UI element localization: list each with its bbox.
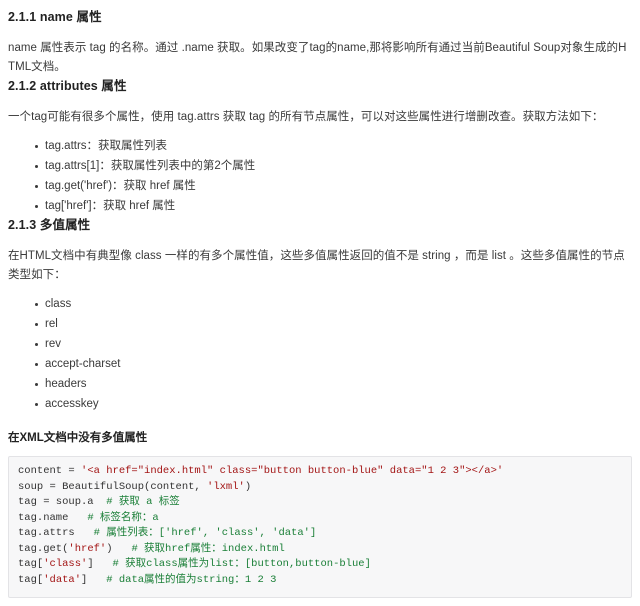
code-token-str: 'lxml' <box>207 480 245 493</box>
code-token-com: # 获取 a 标签 <box>106 496 180 508</box>
code-token-com: # 获取href属性：index.html <box>131 542 285 555</box>
code-block: content = '<a href="index.html" class="b… <box>8 456 632 598</box>
section-paragraph-213: 在HTML文档中有典型像 class 一样的有多个属性值，这些多值属性返回的值不… <box>8 250 625 281</box>
code-token-str: 'data' <box>43 573 82 586</box>
code-token-com: # 获取class属性为list：[button,button-blue] <box>112 558 371 570</box>
code-token-txt: tag[ <box>18 573 44 586</box>
list-item: rev <box>8 334 632 354</box>
list-item: headers <box>8 374 632 394</box>
code-token-txt: tag.get( <box>18 542 69 555</box>
attribute-methods-list: tag.attrs：获取属性列表 tag.attrs[1]：获取属性列表中的第2… <box>8 136 632 216</box>
code-token-str: 'class' <box>43 558 88 570</box>
section-paragraph-211: name 属性表示 tag 的名称。通过 .name 获取。如果改变了tag的n… <box>8 42 627 73</box>
xml-note: 在XML文档中没有多值属性 <box>8 432 148 444</box>
code-token-txt: ] <box>81 573 107 586</box>
code-token-com: # 标签名称：a <box>87 511 159 524</box>
list-item: rel <box>8 314 632 334</box>
section-heading-213: 2.1.3 多值属性 <box>8 218 91 232</box>
code-token-txt: soup = BeautifulSoup(content, <box>18 480 208 493</box>
list-item: class <box>8 294 632 314</box>
code-token-txt: tag.name <box>18 511 88 524</box>
code-token-txt: ] <box>87 558 113 570</box>
section-paragraph-212: 一个tag可能有很多个属性，使用 tag.attrs 获取 tag 的所有节点属… <box>8 111 604 123</box>
section-heading-212: 2.1.2 attributes 属性 <box>8 79 127 93</box>
code-token-txt: content = <box>18 465 82 477</box>
list-item: tag['href']：获取 href 属性 <box>8 196 632 216</box>
code-token-txt: tag = soup.a <box>18 496 107 508</box>
code-token-str: 'href' <box>68 542 107 555</box>
document-page: 2.1.1 name 属性 name 属性表示 tag 的名称。通过 .name… <box>0 0 640 598</box>
list-item: tag.get('href')：获取 href 属性 <box>8 176 632 196</box>
code-token-com: # data属性的值为string：1 2 3 <box>106 573 277 586</box>
list-item: tag.attrs：获取属性列表 <box>8 136 632 156</box>
code-token-txt: tag[ <box>18 558 44 570</box>
code-block-content: content = '<a href="index.html" class="b… <box>18 464 622 588</box>
code-token-str: '<a href="index.html" class="button butt… <box>81 465 504 477</box>
list-item: tag.attrs[1]：获取属性列表中的第2个属性 <box>8 156 632 176</box>
list-item: accesskey <box>8 394 632 414</box>
multivalued-attributes-list: class rel rev accept-charset headers acc… <box>8 294 632 414</box>
list-item: accept-charset <box>8 354 632 374</box>
code-token-txt: ) <box>244 480 252 493</box>
code-token-txt: ) <box>106 542 132 555</box>
section-heading-211: 2.1.1 name 属性 <box>8 10 102 24</box>
